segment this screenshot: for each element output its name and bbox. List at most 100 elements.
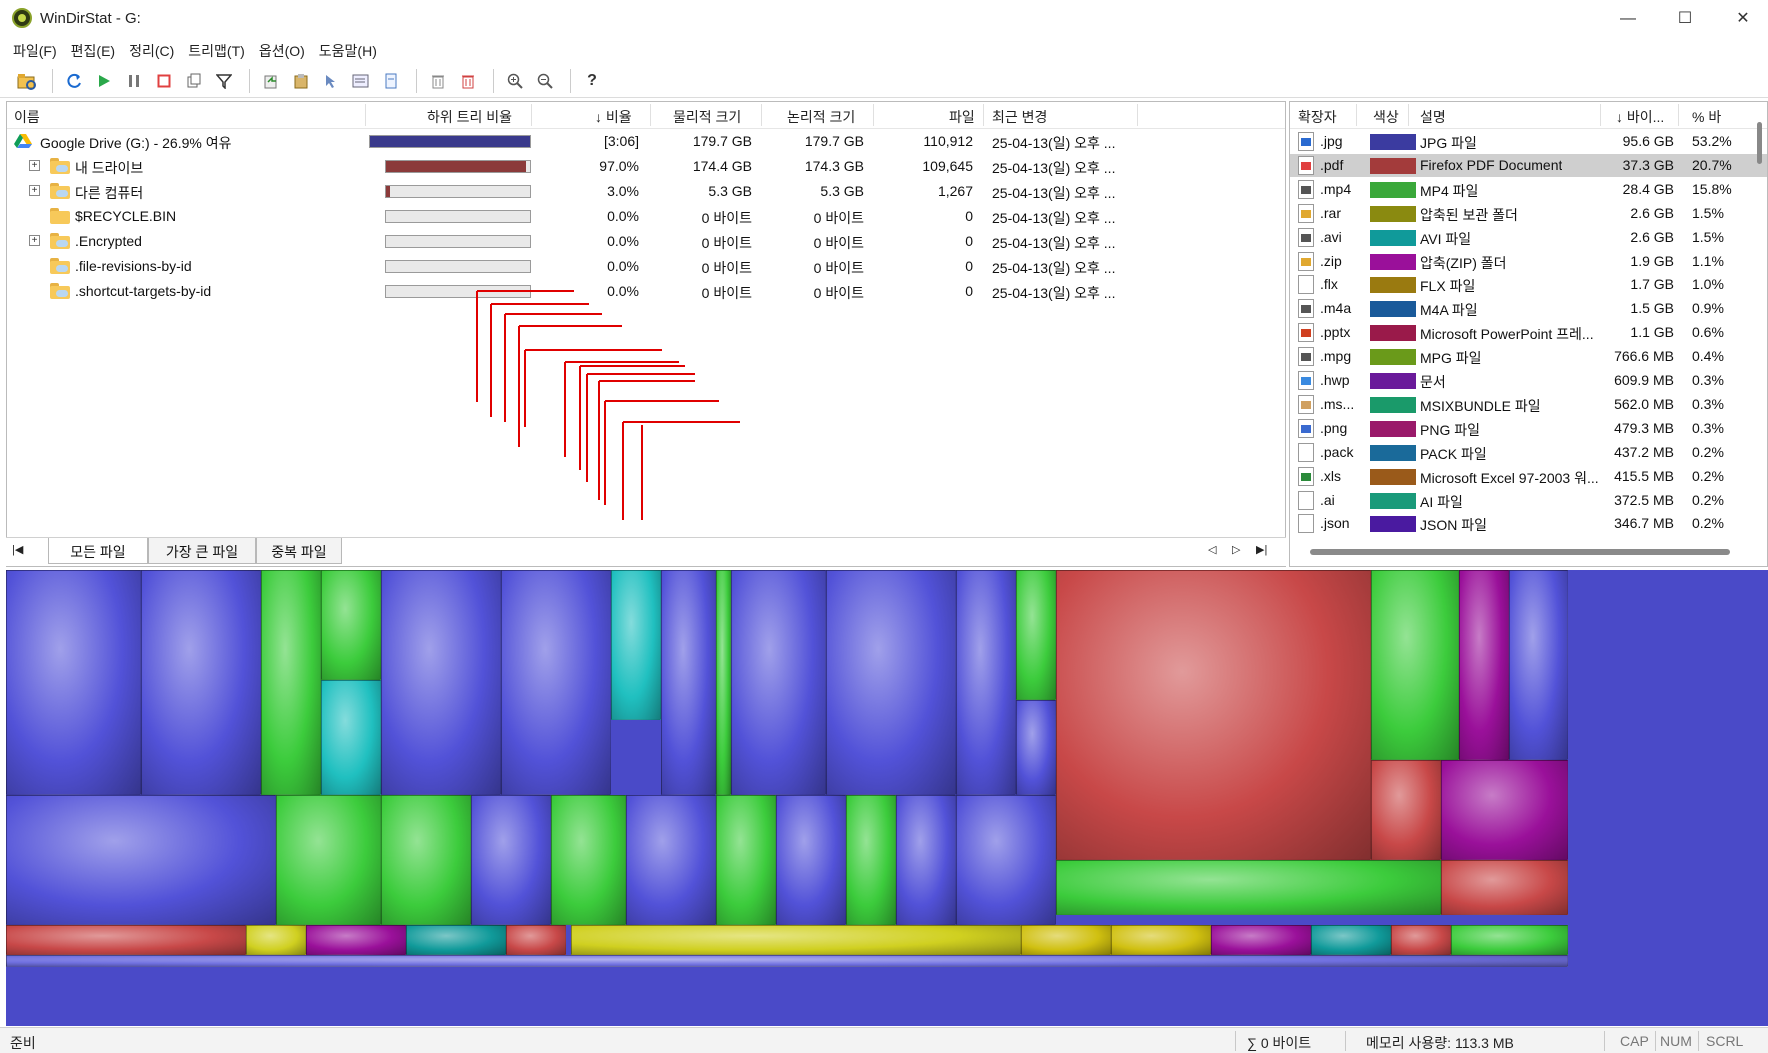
treemap-cell[interactable] [1441,860,1568,915]
treemap-cell[interactable] [661,570,716,795]
open-drive-icon[interactable] [14,68,40,94]
treemap-cell[interactable] [846,795,896,925]
treemap-cell[interactable] [261,570,321,795]
extension-row[interactable]: .mpg MPG 파일 766.6 MB 0.4% [1290,345,1767,368]
copy-path-icon[interactable] [181,68,207,94]
extension-row[interactable]: .pptx Microsoft PowerPoint 프레... 1.1 GB 0.6… [1290,321,1767,344]
recycle-icon[interactable] [425,68,451,94]
treemap-cell[interactable] [1459,570,1509,760]
extension-row[interactable]: .jpg JPG 파일 95.6 GB 53.2% [1290,130,1767,153]
treemap-cell[interactable] [406,925,506,955]
help-icon[interactable]: ? [579,68,605,94]
extension-row[interactable]: .avi AVI 파일 2.6 GB 1.5% [1290,226,1767,249]
close-button[interactable]: ✕ [1720,4,1766,34]
extension-row[interactable]: .xls Microsoft Excel 97-2003 워... 415.5 MB… [1290,465,1767,488]
treemap-cell[interactable] [141,570,261,795]
treemap-cell[interactable] [501,570,611,795]
paste-icon[interactable] [288,68,314,94]
treemap-cell[interactable] [1016,570,1056,700]
extension-row[interactable]: .pack PACK 파일 437.2 MB 0.2% [1290,441,1767,464]
column-description[interactable]: 설명 [1420,107,1446,127]
scroll-right-arrow-icon[interactable]: ▷ [1232,543,1240,556]
minimize-button[interactable]: — [1605,4,1651,34]
treemap-cell[interactable] [1451,925,1568,955]
play-icon[interactable] [91,68,117,94]
column-bytes[interactable]: ↓ 바이... [1616,107,1664,127]
column-color[interactable]: 색상 [1373,107,1399,127]
maximize-button[interactable]: ☐ [1662,4,1708,34]
treemap-cell[interactable] [1371,760,1441,860]
extension-vertical-scrollbar[interactable] [1757,122,1762,164]
zoom-out-icon[interactable] [532,68,558,94]
treemap-cell[interactable] [1021,925,1111,955]
open-item-icon[interactable] [258,68,284,94]
treemap-cell[interactable] [776,795,846,925]
treemap-cell[interactable] [731,570,826,795]
treemap-view[interactable] [6,570,1768,1026]
column-percent-bytes[interactable]: % 바 [1692,107,1721,127]
column-extension[interactable]: 확장자 [1298,107,1337,127]
treemap-cell[interactable] [571,925,1021,955]
treemap-cell[interactable] [896,795,956,925]
treemap-cell[interactable] [6,570,141,795]
extension-row[interactable]: .ai AI 파일 372.5 MB 0.2% [1290,489,1767,512]
treemap-cell[interactable] [1391,925,1451,955]
properties-icon[interactable] [348,68,374,94]
treemap-cell[interactable] [1441,760,1568,860]
refresh-icon[interactable] [61,68,87,94]
delete-icon[interactable] [455,68,481,94]
extension-row[interactable]: .png PNG 파일 479.3 MB 0.3% [1290,417,1767,440]
treemap-cell[interactable] [306,925,406,955]
menu-edit[interactable]: 편집(E) [64,41,122,61]
treemap-cell[interactable] [956,795,1056,925]
extension-row[interactable]: .ms... MSIXBUNDLE 파일 562.0 MB 0.3% [1290,393,1767,416]
extension-row[interactable]: .m4a M4A 파일 1.5 GB 0.9% [1290,297,1767,320]
treemap-cell[interactable] [321,570,381,680]
extension-row[interactable]: .zip 압축(ZIP) 폴더 1.9 GB 1.1% [1290,250,1767,273]
treemap-cell[interactable] [6,925,246,955]
treemap-cell[interactable] [1211,925,1311,955]
pause-icon[interactable] [121,68,147,94]
treemap-cell[interactable] [611,570,661,720]
treemap-cell[interactable] [1016,700,1056,795]
treemap-cell[interactable] [506,925,566,955]
treemap-cell[interactable] [551,795,626,925]
treemap-cell[interactable] [716,570,731,795]
treemap-cell[interactable] [6,955,1568,967]
treemap-cell[interactable] [381,795,471,925]
treemap-cell[interactable] [1111,925,1211,955]
extension-row[interactable]: .mp4 MP4 파일 28.4 GB 15.8% [1290,178,1767,201]
treemap-cell[interactable] [6,795,276,925]
treemap-cell[interactable] [246,925,306,955]
tab-all-files[interactable]: 모든 파일 [48,538,148,564]
stop-icon[interactable] [151,68,177,94]
treemap-cell[interactable] [1509,570,1568,760]
scroll-left-arrow-icon[interactable]: ◁ [1208,543,1216,556]
treemap-cell[interactable] [956,570,1016,795]
treemap-cell[interactable] [1371,570,1459,760]
menu-file[interactable]: 파일(F) [6,41,64,61]
menu-help[interactable]: 도움말(H) [312,41,384,61]
document-icon[interactable] [378,68,404,94]
treemap-cell[interactable] [471,795,551,925]
menu-treemap[interactable]: 트리맵(T) [181,41,252,61]
treemap-cell[interactable] [716,795,776,925]
first-tab-arrow-icon[interactable]: |◀ [12,543,23,556]
menu-cleanup[interactable]: 정리(C) [122,41,181,61]
last-tab-arrow-icon[interactable]: ▶| [1256,543,1267,556]
treemap-cell[interactable] [1056,570,1371,860]
tab-largest-files[interactable]: 가장 큰 파일 [148,538,256,564]
treemap-cell[interactable] [626,795,716,925]
treemap-cell[interactable] [381,570,501,795]
extension-row[interactable]: .pdf Firefox PDF Document 37.3 GB 20.7% [1290,153,1767,177]
tab-duplicate-files[interactable]: 중복 파일 [256,538,342,564]
extension-row[interactable]: .flx FLX 파일 1.7 GB 1.0% [1290,273,1767,296]
menu-options[interactable]: 옵션(O) [252,41,312,61]
treemap-cell[interactable] [1056,860,1441,915]
extension-row[interactable]: .rar 압축된 보관 폴더 2.6 GB 1.5% [1290,202,1767,225]
treemap-cell[interactable] [826,570,956,795]
treemap-cell[interactable] [276,795,381,925]
treemap-cell[interactable] [1311,925,1391,955]
extension-row[interactable]: .hwp 문서 609.9 MB 0.3% [1290,369,1767,392]
zoom-in-icon[interactable] [502,68,528,94]
